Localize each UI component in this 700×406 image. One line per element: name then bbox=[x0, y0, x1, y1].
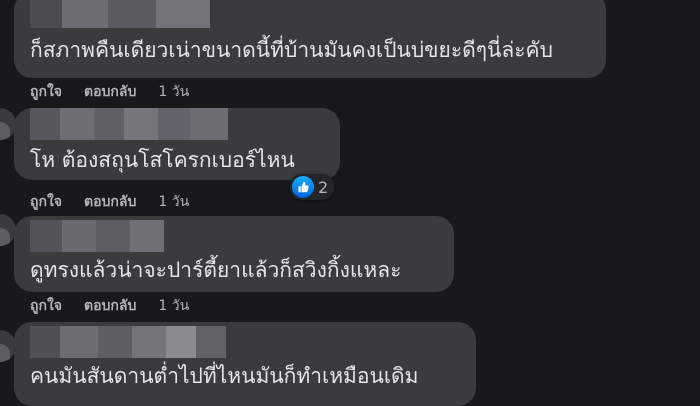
comment-text: ดูทรงแล้วน่าจะปาร์ตี้ยาแล้วก็สวิงกิ้งแหล… bbox=[30, 258, 402, 282]
author-name-blurred[interactable] bbox=[30, 108, 228, 140]
comment-bubble: ดูทรงแล้วน่าจะปาร์ตี้ยาแล้วก็สวิงกิ้งแหล… bbox=[14, 216, 454, 292]
like-link[interactable]: ถูกใจ bbox=[30, 295, 62, 317]
reaction-count: 2 bbox=[318, 177, 329, 197]
comment-1: ก็สภาพคืนเดียวเน่าขนาดนี้ที่บ้านมันคงเป็… bbox=[0, 0, 700, 100]
comment-text: คนมันสันดานต่ำไปที่ไหนมันก็ทำเหมือนเดิม bbox=[30, 364, 419, 388]
comment-bubble: โห ต้องสถุนโสโครกเบอร์ไหน bbox=[14, 108, 340, 180]
comment-actions: ถูกใจ ตอบกลับ 1 วัน bbox=[30, 295, 189, 317]
comment-text: ก็สภาพคืนเดียวเน่าขนาดนี้ที่บ้านมันคงเป็… bbox=[30, 38, 553, 62]
timestamp[interactable]: 1 วัน bbox=[158, 295, 189, 317]
reaction-badge[interactable]: 2 bbox=[290, 174, 335, 200]
like-icon bbox=[292, 176, 314, 198]
comment-bubble: คนมันสันดานต่ำไปที่ไหนมันก็ทำเหมือนเดิม bbox=[14, 322, 476, 406]
comment-bubble: ก็สภาพคืนเดียวเน่าขนาดนี้ที่บ้านมันคงเป็… bbox=[14, 0, 606, 78]
comment-text: โห ต้องสถุนโสโครกเบอร์ไหน bbox=[30, 148, 295, 172]
reply-link[interactable]: ตอบกลับ bbox=[84, 295, 136, 317]
author-name-blurred[interactable] bbox=[30, 0, 210, 28]
author-name-blurred[interactable] bbox=[30, 326, 226, 358]
comment-3: ดูทรงแล้วน่าจะปาร์ตี้ยาแล้วก็สวิงกิ้งแหล… bbox=[0, 210, 700, 320]
comment-2: โห ต้องสถุนโสโครกเบอร์ไหน 2 ถูกใจ ตอบกลั… bbox=[0, 100, 700, 210]
author-name-blurred[interactable] bbox=[30, 220, 164, 252]
comment-4: คนมันสันดานต่ำไปที่ไหนมันก็ทำเหมือนเดิม bbox=[0, 320, 700, 406]
